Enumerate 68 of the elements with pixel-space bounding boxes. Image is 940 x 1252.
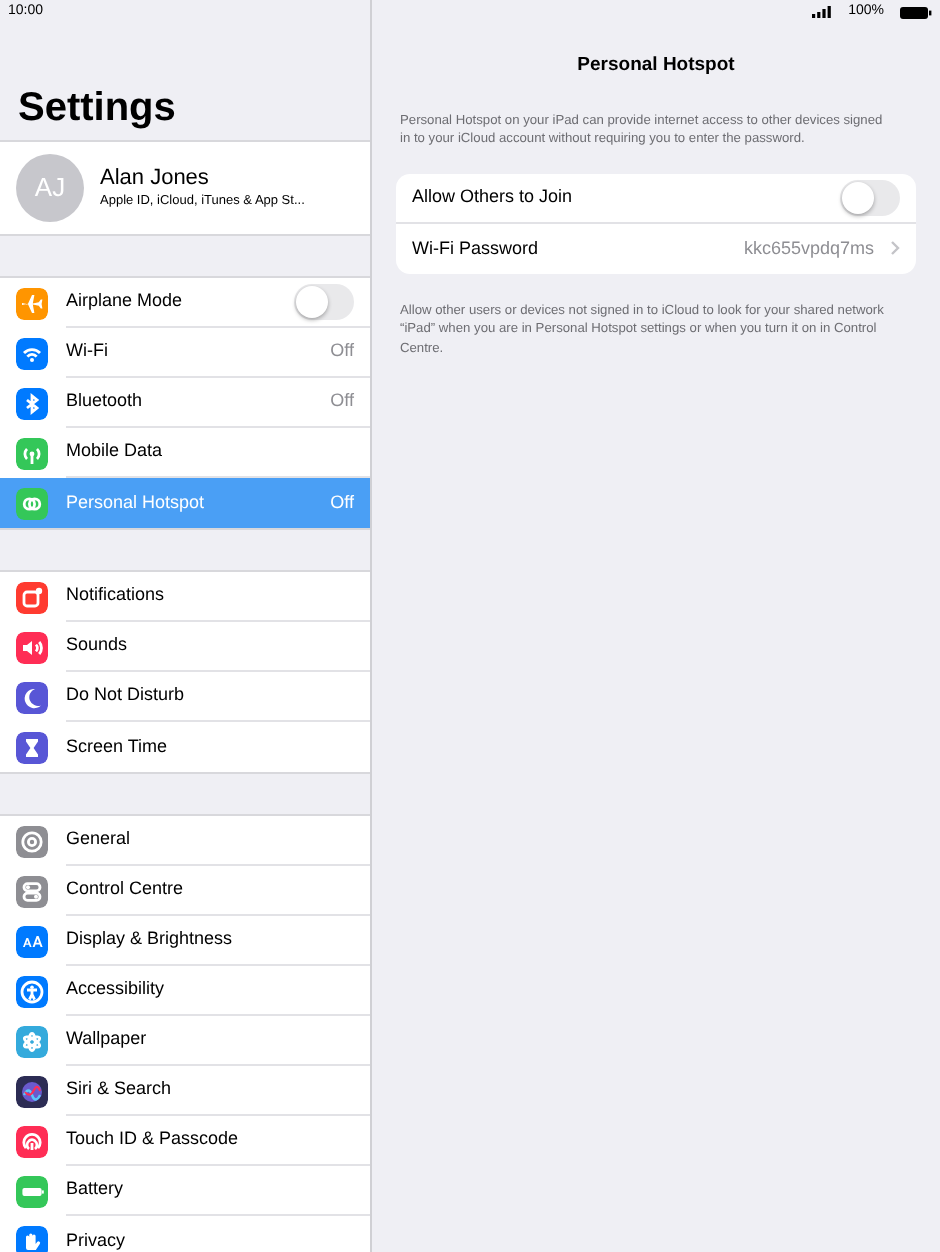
toggles-icon <box>16 875 48 907</box>
settings-row[interactable]: Wi-Fi Off <box>0 328 370 378</box>
notification-icon <box>16 581 48 613</box>
person-icon <box>16 975 48 1007</box>
wifi-icon <box>16 337 48 369</box>
bluetooth-icon <box>16 387 48 419</box>
orb-icon <box>16 1075 48 1107</box>
settings-row[interactable]: Touch ID & Passcode <box>0 1116 370 1166</box>
toggle-switch[interactable] <box>840 179 900 216</box>
link-icon <box>16 487 48 519</box>
row-label: Wi-Fi Password <box>412 235 541 262</box>
settings-row[interactable]: General <box>0 816 370 866</box>
row-value: Off <box>330 489 354 516</box>
row-label: Allow Others to Join <box>412 184 575 211</box>
row-label: General <box>66 826 133 853</box>
row-label: Wi-Fi <box>66 338 110 365</box>
settings-row[interactable]: Siri & Search <box>0 1066 370 1116</box>
row-label: Personal Hotspot <box>66 489 207 516</box>
page-title: Settings <box>18 84 178 134</box>
chevron-icon <box>890 240 900 257</box>
detail-title: Personal Hotspot <box>575 52 737 80</box>
row-label: Privacy <box>66 1227 128 1252</box>
fingerprint-icon <box>16 1125 48 1157</box>
row-value: kkc655vpdq7ms <box>743 235 874 262</box>
settings-row[interactable]: Battery <box>0 1166 370 1216</box>
battery-icon <box>16 1175 48 1207</box>
row-value: Off <box>330 388 354 415</box>
speaker-icon <box>16 631 48 663</box>
settings-row[interactable]: Wallpaper <box>0 1016 370 1066</box>
avatar: AJ <box>16 154 84 222</box>
row-label: Do Not Disturb <box>66 682 187 709</box>
battery-icon <box>900 5 932 19</box>
settings-row[interactable]: Screen Time <box>0 722 370 772</box>
row-label: Sounds <box>66 632 130 659</box>
settings-row[interactable]: Allow Others to Join <box>396 173 916 224</box>
settings-row[interactable]: Airplane Mode <box>0 278 370 328</box>
settings-row[interactable]: Privacy <box>0 1216 370 1252</box>
row-label: Screen Time <box>66 733 170 760</box>
toggle-switch[interactable] <box>294 284 354 320</box>
settings-row[interactable]: Wi-Fi Password kkc655vpdq7ms <box>396 223 916 274</box>
settings-row[interactable]: Notifications <box>0 572 370 622</box>
text-size-icon <box>16 925 48 957</box>
row-label: Accessibility <box>66 976 167 1003</box>
settings-row[interactable]: Accessibility <box>0 966 370 1016</box>
profile-name: Alan Jones <box>100 164 211 193</box>
hourglass-icon <box>16 731 48 763</box>
row-label: Control Centre <box>66 876 186 903</box>
settings-row[interactable]: Sounds <box>0 622 370 672</box>
row-label: Wallpaper <box>66 1026 149 1053</box>
row-label: Display & Brightness <box>66 926 235 953</box>
row-label: Battery <box>66 1176 126 1203</box>
airplane-icon <box>16 287 48 319</box>
gear-icon <box>16 825 48 857</box>
settings-row[interactable]: Bluetooth Off <box>0 378 370 428</box>
row-label: Siri & Search <box>66 1076 174 1103</box>
row-value: Off <box>330 338 354 365</box>
antenna-icon <box>16 437 48 469</box>
settings-row[interactable]: Do Not Disturb <box>0 672 370 722</box>
flower-icon <box>16 1025 48 1057</box>
moon-icon <box>16 681 48 713</box>
row-label: Touch ID & Passcode <box>66 1126 241 1153</box>
row-label: Airplane Mode <box>66 288 185 315</box>
signal-icon <box>812 6 833 18</box>
row-label: Notifications <box>66 582 167 609</box>
row-label: Mobile Data <box>66 438 165 465</box>
row-label: Bluetooth <box>66 388 145 415</box>
settings-row[interactable]: Display & Brightness <box>0 916 370 966</box>
settings-row[interactable]: Control Centre <box>0 866 370 916</box>
